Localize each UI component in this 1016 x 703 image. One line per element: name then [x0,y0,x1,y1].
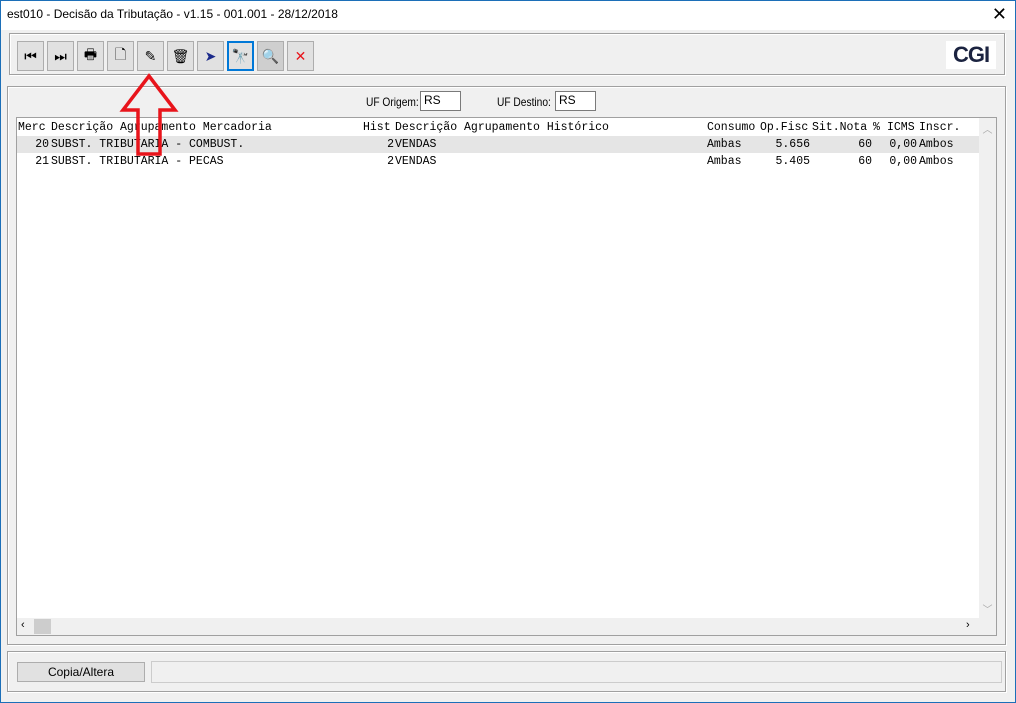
cgi-logo: CGI [946,41,996,69]
cell: 5.656 [775,138,810,151]
delete-icon: 🗑 [171,47,190,64]
data-grid[interactable]: Merc Descrição Agrupamento Mercadoria Hi… [16,117,997,636]
col-percent[interactable]: % [873,119,880,136]
status-field [151,661,1002,683]
uf-origem-label: UF Origem: [366,95,419,109]
window-title: est010 - Decisão da Tributação - v1.15 -… [7,7,338,21]
copia-altera-button[interactable]: Copia/Altera [17,662,145,682]
cell: 0,00 [889,155,917,168]
print-icon: 🖶 [83,46,98,62]
cancel-button[interactable]: ✕ [287,41,314,71]
cell: Ambas [707,138,742,151]
col-inscr[interactable]: Inscr. [919,119,960,136]
col-op-fisc[interactable]: Op.Fisc [760,119,808,136]
col-merc[interactable]: Merc [18,119,46,136]
uf-destino-label: UF Destino: [497,95,551,109]
cell: 0,00 [889,138,917,151]
cell: 2 [387,155,394,168]
col-desc-historico[interactable]: Descrição Agrupamento Histórico [395,119,609,136]
title-bar: est010 - Decisão da Tributação - v1.15 -… [1,1,1015,30]
col-icms[interactable]: ICMS [887,119,915,136]
delete-button[interactable]: 🗑 [167,41,194,71]
edit-icon: ✎ [144,47,157,64]
red-arrow-annotation [119,73,179,156]
cell: 21 [35,155,49,168]
cell: 60 [858,155,872,168]
first-record-button[interactable]: ⏮ [17,41,44,71]
cancel-icon: ✕ [294,47,307,64]
print-button[interactable]: 🖶 [77,41,104,71]
cell: Ambas [707,155,742,168]
cell: Ambos [919,138,954,151]
send-icon: ➤ [204,47,217,64]
zoom-icon: 🔍 [261,47,280,64]
new-icon: 🗋 [114,46,127,62]
scroll-thumb[interactable] [34,619,51,634]
send-button[interactable]: ➤ [197,41,224,71]
zoom-button[interactable]: 🔍 [257,41,284,71]
uf-origem-input[interactable]: RS [420,91,461,111]
last-record-icon: ⏭ [54,47,67,64]
edit-button[interactable]: ✎ [137,41,164,71]
find-button[interactable]: 🔭 [227,41,254,71]
cell: 5.405 [775,155,810,168]
cell: 2 [387,138,394,151]
col-hist[interactable]: Hist [363,119,391,136]
new-button[interactable]: 🗋 [107,41,134,71]
col-sit-nota[interactable]: Sit.Nota [812,119,867,136]
cell: 20 [35,138,49,151]
uf-destino-input[interactable]: RS [555,91,596,111]
last-record-button[interactable]: ⏭ [47,41,74,71]
col-consumo[interactable]: Consumo [707,119,755,136]
cell: VENDAS [395,155,437,168]
cell: 60 [858,138,872,151]
first-record-icon: ⏮ [24,47,37,64]
close-icon[interactable]: ✕ [992,4,1007,24]
cell: VENDAS [395,138,437,151]
vertical-scrollbar[interactable]: ︿ ﹀ [979,118,996,618]
horizontal-scrollbar[interactable]: ‹ › [17,618,996,635]
find-icon: 🔭 [231,47,250,64]
cell: Ambos [919,155,954,168]
